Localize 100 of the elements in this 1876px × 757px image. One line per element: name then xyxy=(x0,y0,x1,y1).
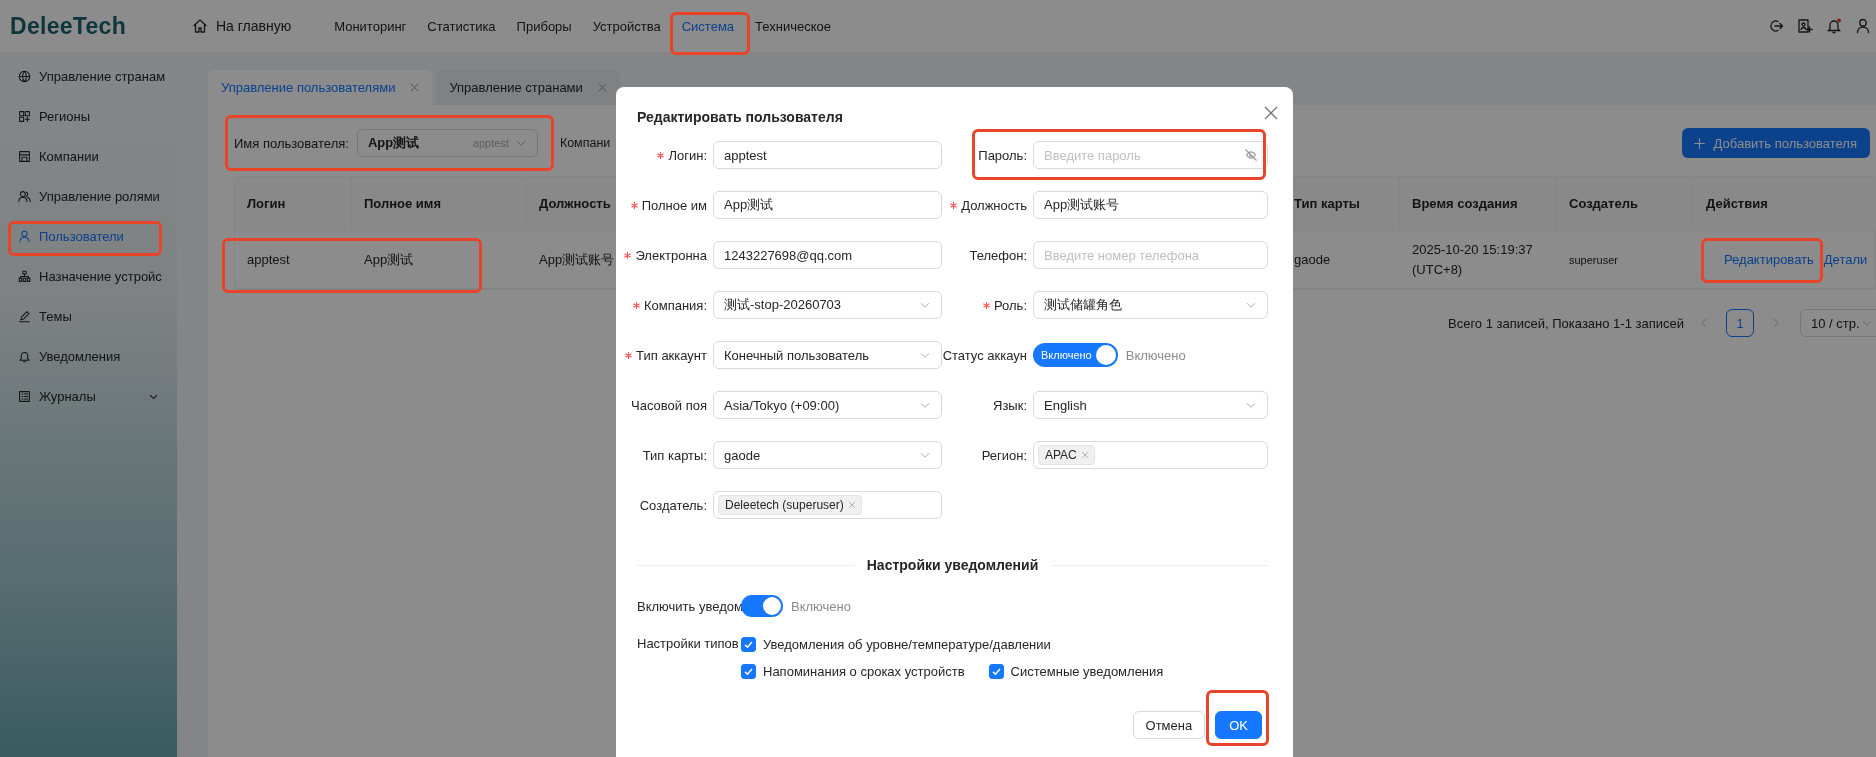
pen-icon xyxy=(18,309,31,323)
field-label: Электронна xyxy=(635,247,707,263)
field-label: Тип карты: xyxy=(642,447,707,463)
password-field[interactable]: Введите пароль xyxy=(1033,141,1268,169)
plus-icon xyxy=(1692,136,1706,150)
select-field[interactable]: 测试储罐角色 xyxy=(1033,291,1268,319)
logout-icon xyxy=(1768,18,1784,34)
action-link[interactable]: Редактировать xyxy=(1724,251,1814,268)
filter-label: Имя пользователя: xyxy=(234,135,349,151)
column-header: Время создания xyxy=(1400,177,1557,231)
pagination-summary: Всего 1 записей, Показано 1-1 записей xyxy=(1448,315,1684,331)
field-label: Пароль: xyxy=(978,147,1027,163)
sidebar-item[interactable]: Компании xyxy=(0,136,177,176)
checkbox[interactable] xyxy=(988,663,1004,679)
eye-off-icon xyxy=(1244,148,1258,162)
table-cell-text: gaode xyxy=(1294,250,1331,269)
checkbox-label: Системные уведомления xyxy=(1010,663,1164,679)
tags-field[interactable]: Deleetech (superuser) xyxy=(713,491,942,519)
field-label: Тип аккаунт xyxy=(636,347,707,363)
field-label: Телефон: xyxy=(969,247,1027,263)
column-header: Создатель xyxy=(1557,177,1694,231)
sidebar-item[interactable]: Темы xyxy=(0,296,177,336)
sidebar-item[interactable]: Управление ролями xyxy=(0,176,177,216)
nav-link[interactable]: Статистика xyxy=(427,0,496,53)
table-cell-text: App测试账号 xyxy=(539,250,615,269)
field-label: Регион: xyxy=(981,447,1027,463)
tag: Deleetech (superuser) xyxy=(718,495,862,515)
logo: DeleeTech xyxy=(10,12,128,40)
close-icon xyxy=(409,82,421,93)
checkbox-label: Напоминания о сроках устройств xyxy=(763,663,965,679)
input-field[interactable]: 1243227698@qq.com xyxy=(713,241,942,269)
checkbox[interactable] xyxy=(741,636,756,652)
table-cell-text: App测试 xyxy=(364,250,414,269)
select-field[interactable]: 测试-stop-20260703 xyxy=(713,291,942,319)
close-icon xyxy=(596,82,608,93)
nav-link[interactable]: Приборы xyxy=(516,0,572,53)
filter-label: Компани xyxy=(559,136,611,150)
users-icon xyxy=(18,189,31,203)
add-button[interactable]: Добавить пользователя xyxy=(1681,128,1870,158)
sidebar-item[interactable]: Уведомления xyxy=(0,336,177,376)
sidebar-item[interactable]: Регионы xyxy=(0,96,177,136)
input-field[interactable]: apptest xyxy=(713,141,942,169)
globe-icon xyxy=(18,69,31,83)
user-icon xyxy=(1855,18,1871,34)
cancel-button[interactable]: Отмена xyxy=(1132,711,1206,739)
nav-link[interactable]: Мониторинг xyxy=(334,0,407,53)
input-field[interactable]: App测试账号 xyxy=(1033,191,1268,219)
checkbox-label: Уведомления об уровне/температуре/давлении xyxy=(763,636,1051,652)
ok-button[interactable]: OK xyxy=(1215,711,1262,739)
select-field[interactable]: Конечный пользователь xyxy=(713,341,942,369)
close-icon xyxy=(1080,451,1089,459)
field-label: Полное им xyxy=(641,197,707,213)
field-label: Роль: xyxy=(994,297,1027,313)
home-link[interactable]: На главную xyxy=(192,18,292,34)
close-icon xyxy=(847,501,856,509)
dialog-title: Редактировать пользователя xyxy=(637,108,844,127)
field-label: Статус аккаун xyxy=(942,347,1027,363)
select-field[interactable]: Asia/Tokyo (+09:00) xyxy=(713,391,942,419)
nav-link[interactable]: Устройства xyxy=(592,0,661,53)
grid-icon xyxy=(18,109,31,123)
page-button[interactable]: 1 xyxy=(1726,309,1754,337)
column-header: Полное имя xyxy=(352,177,527,231)
table-cell-text: superuser xyxy=(1569,252,1618,268)
action-link[interactable]: Детали xyxy=(1823,251,1868,268)
input-field[interactable]: Введите номер телефона xyxy=(1033,241,1268,269)
field-label: Компания: xyxy=(643,297,707,313)
sidebar-item[interactable]: Журналы xyxy=(0,376,177,416)
profile-card-icon xyxy=(1797,18,1813,34)
tab[interactable]: Управление пользователями xyxy=(208,70,433,105)
sidebar-item[interactable]: Назначение устройс xyxy=(0,256,177,296)
switch-status: Включено xyxy=(1125,347,1186,363)
tags-field[interactable]: APAC xyxy=(1033,441,1268,469)
field-label: Включить уведом xyxy=(637,598,741,614)
field-label: Логин: xyxy=(668,147,707,163)
switch-status: Включено xyxy=(791,598,851,614)
select-field[interactable]: gaode xyxy=(713,441,942,469)
field-label: Настройки типов xyxy=(637,635,740,651)
nav-link[interactable]: Система xyxy=(681,0,735,53)
tag: APAC xyxy=(1038,445,1095,465)
list-icon xyxy=(18,389,31,403)
table-cell-text: apptest xyxy=(247,250,290,269)
user-icon xyxy=(18,229,31,243)
store-icon xyxy=(18,149,31,163)
field-label: Должность xyxy=(961,197,1027,213)
nav-link[interactable]: Техническое xyxy=(755,0,831,53)
sidebar-item[interactable]: Управление странам xyxy=(0,56,177,96)
close-icon[interactable] xyxy=(1263,105,1279,121)
tab[interactable]: Управление странами xyxy=(436,70,620,105)
toggle-switch[interactable] xyxy=(741,595,783,617)
page-size-select[interactable]: 10 / стр. xyxy=(1800,309,1876,337)
section-title: Настройки уведомлений xyxy=(866,557,1039,573)
bell-icon[interactable] xyxy=(1826,18,1842,34)
checkbox[interactable] xyxy=(741,663,756,679)
toggle-switch[interactable]: Включено xyxy=(1033,343,1118,367)
home-icon xyxy=(192,18,208,34)
field-label: Создатель: xyxy=(639,497,707,513)
field-label: Часовой поя xyxy=(631,397,707,413)
input-field[interactable]: App测试 xyxy=(713,191,942,219)
select-field[interactable]: English xyxy=(1033,391,1268,419)
column-header: Логин xyxy=(235,177,352,231)
